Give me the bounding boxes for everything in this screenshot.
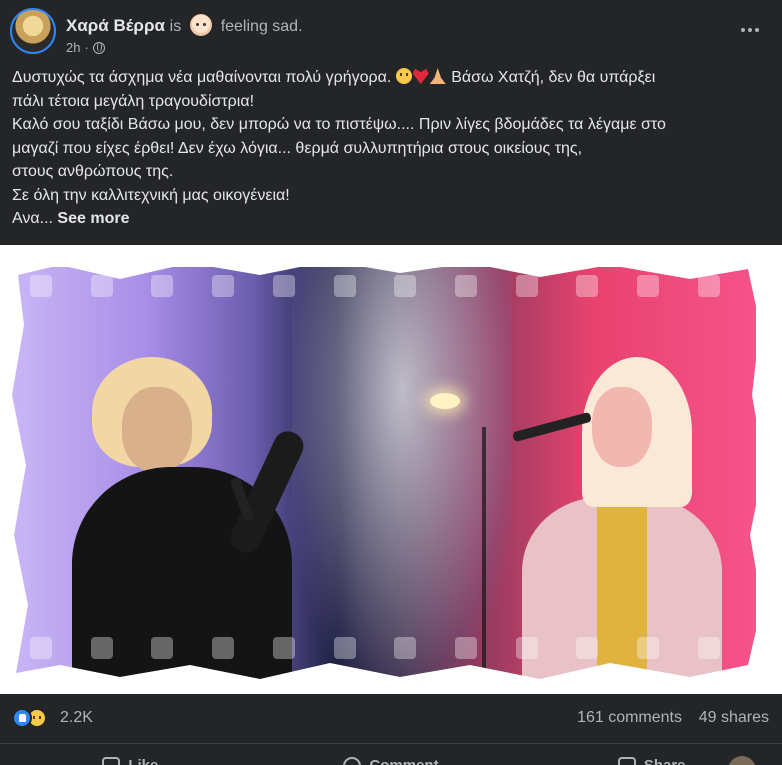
film-hole bbox=[30, 275, 52, 297]
globe-icon[interactable] bbox=[92, 41, 105, 54]
film-hole bbox=[272, 637, 295, 659]
photo-collage bbox=[12, 267, 756, 687]
singer-left-face bbox=[122, 387, 192, 472]
singer-right bbox=[482, 357, 732, 682]
post-text-line: Καλό σου ταξίδι Βάσω μου, δεν μπορώ να τ… bbox=[12, 116, 666, 133]
film-hole bbox=[333, 275, 356, 297]
author-name[interactable]: Χαρά Βέρρα bbox=[66, 16, 165, 35]
shares-count[interactable]: 49 shares bbox=[699, 709, 769, 727]
singer-left bbox=[72, 357, 342, 682]
post-text-line: πάλι τέτοια μεγάλη τραγουδίστρια! bbox=[12, 92, 255, 110]
singer-right-face bbox=[592, 387, 652, 467]
film-hole bbox=[576, 275, 599, 297]
post-text: Δυστυχώς τα άσχημα νέα μαθαίνονται πολύ … bbox=[12, 66, 770, 231]
post-text-line: Ανα... See more bbox=[12, 207, 770, 231]
stage-light bbox=[430, 393, 460, 409]
comment-label: Comment bbox=[369, 757, 438, 765]
film-hole bbox=[394, 637, 417, 659]
post-meta: 2h · bbox=[66, 40, 105, 55]
film-strip-bottom bbox=[30, 637, 720, 659]
post-actions: Like Comment Share bbox=[0, 745, 782, 765]
author-avatar[interactable] bbox=[10, 8, 56, 54]
film-hole bbox=[455, 275, 478, 297]
thumbs-up-icon bbox=[102, 757, 121, 765]
comment-icon bbox=[343, 757, 362, 765]
film-hole bbox=[151, 637, 174, 659]
facebook-post: Χαρά Βέρρα is feeling sad. 2h · Δυστυχώς… bbox=[0, 0, 782, 765]
post-text-segment: Βάσω Χατζή, δεν θα υπάρξει bbox=[451, 69, 656, 86]
film-hole bbox=[333, 637, 356, 659]
film-hole bbox=[697, 275, 720, 297]
film-hole bbox=[455, 637, 478, 659]
broken-heart-emoji-icon bbox=[412, 68, 429, 84]
pleading-face-emoji-icon bbox=[395, 68, 412, 84]
film-hole bbox=[637, 637, 660, 659]
more-dots-icon-dot bbox=[748, 28, 752, 32]
film-strip-top bbox=[30, 275, 720, 297]
post-stats: 2.2K 161 comments 49 shares bbox=[0, 694, 782, 744]
post-header: Χαρά Βέρρα is feeling sad. 2h · bbox=[0, 0, 782, 62]
more-dots-icon-dot bbox=[755, 28, 759, 32]
post-text-line: μαγαζί που είχες έρθει! Δεν έχω λόγια...… bbox=[12, 139, 583, 157]
like-reaction-icon bbox=[12, 708, 32, 728]
film-hole bbox=[697, 637, 720, 659]
film-hole bbox=[515, 637, 538, 659]
film-hole bbox=[576, 637, 599, 659]
author-line: Χαρά Βέρρα is feeling sad. bbox=[66, 14, 303, 36]
post-text-line: Δυστυχώς τα άσχημα νέα μαθαίνονται πολύ … bbox=[12, 66, 770, 90]
reaction-icons[interactable] bbox=[12, 708, 47, 728]
post-text-segment: Δυστυχώς τα άσχημα νέα μαθαίνονται πολύ … bbox=[12, 69, 392, 86]
post-text-line: στους ανθρώπους της. bbox=[12, 163, 174, 180]
is-text: is bbox=[169, 18, 182, 35]
share-icon bbox=[617, 757, 636, 765]
folded-hands-emoji-icon bbox=[429, 68, 446, 84]
film-hole bbox=[30, 637, 52, 659]
film-hole bbox=[151, 275, 174, 297]
film-hole bbox=[637, 275, 660, 297]
post-text-line: Σε όλη την καλλιτεχνική μας οικογένεια! bbox=[12, 186, 290, 204]
film-hole bbox=[90, 275, 113, 297]
share-label: Share bbox=[644, 757, 686, 765]
see-more-link[interactable]: See more bbox=[57, 210, 129, 227]
pleading-face-icon bbox=[189, 14, 212, 36]
film-hole bbox=[212, 637, 235, 659]
film-hole bbox=[515, 275, 538, 297]
film-hole bbox=[394, 275, 417, 297]
feeling-text: feeling sad. bbox=[220, 18, 303, 35]
comments-count[interactable]: 161 comments bbox=[577, 709, 682, 727]
separator-dot: · bbox=[84, 40, 89, 55]
like-button[interactable]: Like bbox=[0, 745, 261, 765]
film-hole bbox=[90, 637, 113, 659]
post-time[interactable]: 2h bbox=[66, 40, 80, 55]
more-options-button[interactable] bbox=[736, 16, 764, 44]
microphone-icon bbox=[512, 411, 592, 443]
film-hole bbox=[272, 275, 295, 297]
more-dots-icon bbox=[741, 28, 745, 32]
like-label: Like bbox=[128, 757, 158, 765]
reaction-count[interactable]: 2.2K bbox=[60, 709, 93, 727]
post-photo[interactable] bbox=[0, 245, 782, 694]
film-hole bbox=[212, 275, 235, 297]
comment-button[interactable]: Comment bbox=[261, 745, 522, 765]
post-text-segment: Ανα... bbox=[12, 210, 53, 227]
